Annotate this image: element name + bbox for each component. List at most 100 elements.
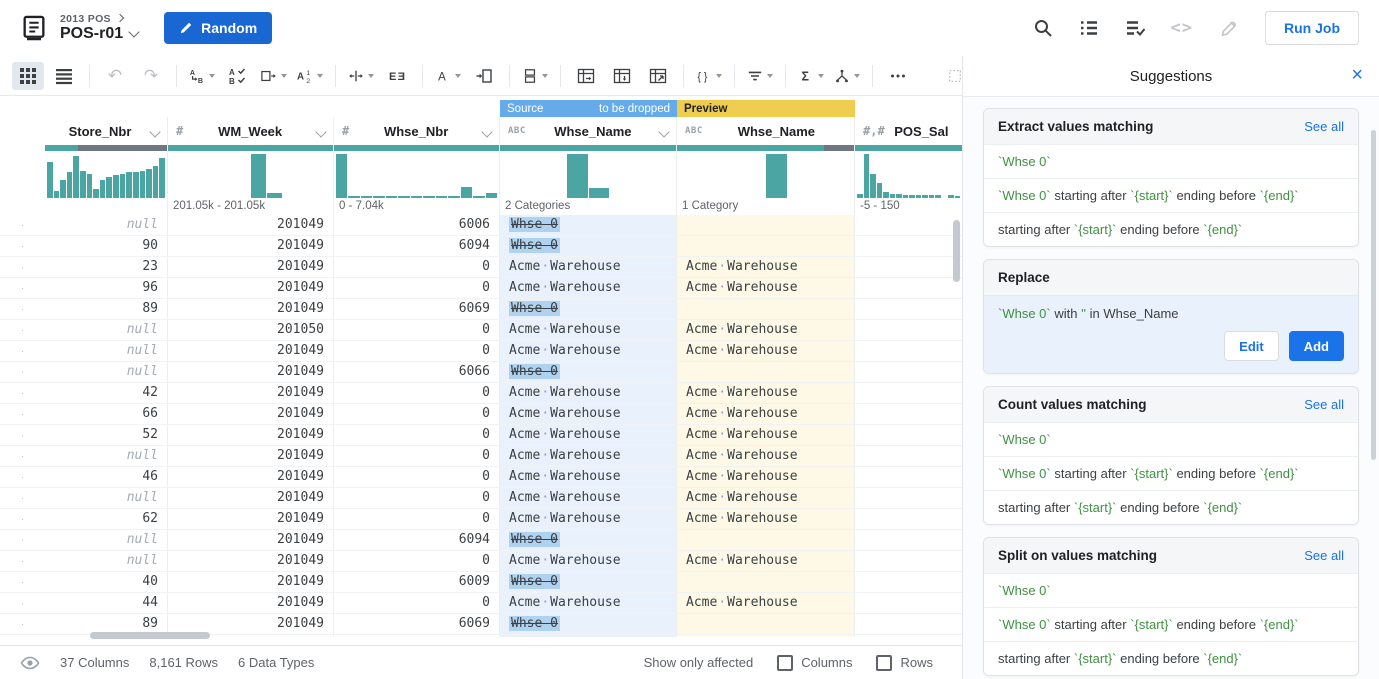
column-header-Whse_Nbr[interactable]: #Whse_Nbr0 - 7.04k: [334, 117, 500, 215]
cell[interactable]: 6066: [334, 362, 500, 382]
more-icon[interactable]: [882, 62, 914, 90]
cell[interactable]: Acme·Warehouse: [500, 341, 677, 361]
row-menu-dot[interactable]: ·: [0, 341, 45, 361]
row-menu-dot[interactable]: ·: [0, 215, 45, 235]
cell[interactable]: 0: [334, 446, 500, 466]
cell[interactable]: null: [45, 341, 168, 361]
cell[interactable]: 6094: [334, 530, 500, 550]
cell[interactable]: Whse 0: [500, 614, 677, 634]
breadcrumb-flow[interactable]: 2013 POS: [60, 13, 111, 25]
cell[interactable]: 96: [45, 278, 168, 298]
pivot-icon[interactable]: [570, 62, 602, 90]
cell[interactable]: [855, 446, 963, 466]
cell[interactable]: null: [45, 488, 168, 508]
column-header-POS_Sal[interactable]: #,#POS_Sal-5 - 150: [855, 117, 963, 215]
cell[interactable]: 201049: [168, 341, 334, 361]
cell[interactable]: Whse 0: [500, 236, 677, 256]
cell[interactable]: Acme·Warehouse: [677, 404, 855, 424]
cell[interactable]: 201049: [168, 530, 334, 550]
row-view-icon[interactable]: [48, 62, 80, 90]
join-icon[interactable]: [831, 62, 863, 90]
data-quality-bar[interactable]: [168, 145, 333, 151]
data-quality-bar[interactable]: [500, 145, 676, 151]
aggregate-icon[interactable]: Σ: [795, 62, 827, 90]
data-quality-bar[interactable]: [334, 145, 499, 151]
cell[interactable]: Acme·Warehouse: [677, 278, 855, 298]
table-vertical-scrollbar-thumb[interactable]: [953, 220, 960, 282]
standardize-icon[interactable]: AB: [222, 62, 254, 90]
unpivot-icon[interactable]: [606, 62, 638, 90]
suggestion-item[interactable]: starting after `{start}` ending before `…: [984, 490, 1358, 524]
cell[interactable]: Whse 0: [500, 215, 677, 235]
cell[interactable]: 201049: [168, 236, 334, 256]
row-menu-dot[interactable]: ·: [0, 593, 45, 613]
row-menu-dot[interactable]: ·: [0, 551, 45, 571]
suggestion-item[interactable]: `Whse 0`: [984, 573, 1358, 607]
cell[interactable]: [677, 236, 855, 256]
cell[interactable]: null: [45, 320, 168, 340]
cell[interactable]: [677, 530, 855, 550]
cell[interactable]: [855, 299, 963, 319]
cell[interactable]: Acme·Warehouse: [677, 593, 855, 613]
row-menu-dot[interactable]: ·: [0, 257, 45, 277]
cell[interactable]: Whse 0: [500, 572, 677, 592]
data-quality-bar[interactable]: [677, 145, 854, 151]
cell[interactable]: 42: [45, 383, 168, 403]
suggestion-item[interactable]: `Whse 0` starting after `{start}` ending…: [984, 456, 1358, 490]
cell[interactable]: 201049: [168, 446, 334, 466]
row-menu-dot[interactable]: ·: [0, 488, 45, 508]
cell[interactable]: [855, 572, 963, 592]
cell[interactable]: [855, 635, 963, 637]
cell[interactable]: 44: [45, 593, 168, 613]
cell[interactable]: [855, 551, 963, 571]
cell[interactable]: 46: [45, 467, 168, 487]
column-menu-chevron-icon[interactable]: [660, 124, 668, 139]
cell[interactable]: 89: [45, 299, 168, 319]
cell[interactable]: 66: [45, 404, 168, 424]
cell[interactable]: 0: [334, 257, 500, 277]
cell[interactable]: 0: [334, 488, 500, 508]
cell[interactable]: 201049: [168, 488, 334, 508]
cell[interactable]: 90: [45, 236, 168, 256]
cell[interactable]: Acme·Warehouse: [500, 257, 677, 277]
cell[interactable]: [855, 467, 963, 487]
cell[interactable]: null: [45, 215, 168, 235]
cell[interactable]: Acme·Warehouse: [500, 383, 677, 403]
suggestion-item[interactable]: starting after `{start}` ending before `…: [984, 641, 1358, 675]
cell[interactable]: [855, 425, 963, 445]
row-menu-dot[interactable]: ·: [0, 614, 45, 634]
row-menu-dot[interactable]: ·: [0, 425, 45, 445]
column-header-WM_Week[interactable]: #WM_Week201.05k - 201.05k: [168, 117, 334, 215]
column-histogram[interactable]: [855, 151, 962, 199]
cell[interactable]: null: [45, 362, 168, 382]
column-histogram[interactable]: [168, 151, 333, 199]
cell[interactable]: [855, 215, 963, 235]
cell[interactable]: 201049: [168, 257, 334, 277]
cell[interactable]: [855, 341, 963, 361]
cell[interactable]: 0: [334, 593, 500, 613]
suggestion-item[interactable]: `Whse 0` starting after `{start}` ending…: [984, 178, 1358, 212]
cell[interactable]: 0: [334, 341, 500, 361]
cell[interactable]: Acme·Warehouse: [500, 278, 677, 298]
column-histogram[interactable]: [334, 151, 499, 199]
format-number-icon[interactable]: A12: [294, 62, 326, 90]
functions-icon[interactable]: { }: [693, 62, 725, 90]
row-menu-dot[interactable]: ·: [0, 572, 45, 592]
cell[interactable]: Acme·Warehouse: [677, 341, 855, 361]
close-icon[interactable]: ×: [1351, 64, 1363, 86]
suggestion-item[interactable]: starting after `{start}` ending before `…: [984, 212, 1358, 246]
column-header-Whse_Name[interactable]: ABCWhse_Name1 Category: [677, 117, 855, 215]
cell[interactable]: Acme·Warehouse: [500, 404, 677, 424]
cell[interactable]: Acme·Warehouse: [677, 509, 855, 529]
cell[interactable]: Acme·Warehouse: [677, 446, 855, 466]
cell[interactable]: [677, 299, 855, 319]
panel-scrollbar-thumb[interactable]: [1371, 130, 1376, 460]
suggestion-item[interactable]: `Whse 0`: [984, 144, 1358, 178]
cell[interactable]: Acme·Warehouse: [677, 320, 855, 340]
cell[interactable]: Acme·Warehouse: [677, 257, 855, 277]
filter-icon[interactable]: [744, 62, 776, 90]
breadcrumb[interactable]: 2013 POS POS-r01: [60, 13, 138, 43]
row-menu-dot[interactable]: ·: [0, 635, 45, 637]
manage-columns-icon[interactable]: [519, 62, 551, 90]
cell[interactable]: [677, 362, 855, 382]
